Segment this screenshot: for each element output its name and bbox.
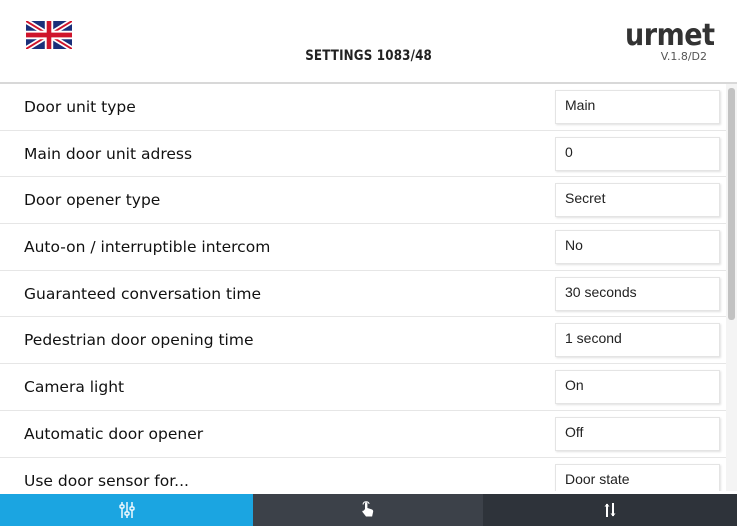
setting-row-door-unit-type[interactable]: Door unit type Main [0, 84, 726, 131]
setting-row-auto-on-intercom[interactable]: Auto-on / interruptible intercom No [0, 224, 726, 271]
sliders-icon [118, 502, 135, 518]
scrollbar[interactable] [726, 84, 737, 491]
tab-touch[interactable] [253, 494, 483, 526]
setting-label: Door unit type [24, 98, 136, 116]
logo-text: urmet [625, 18, 715, 53]
tab-settings[interactable] [0, 494, 253, 526]
bottom-nav [0, 494, 737, 526]
setting-label: Camera light [24, 378, 125, 397]
setting-label: Door opener type [24, 191, 161, 210]
setting-row-door-sensor[interactable]: Use door sensor for... Door state [0, 458, 726, 491]
setting-row-main-door-unit-adress[interactable]: Main door unit adress 0 [0, 131, 726, 178]
setting-value-field[interactable]: Off [555, 416, 720, 451]
setting-row-door-opener-type[interactable]: Door opener type Secret [0, 177, 726, 225]
setting-label: Main door unit adress [24, 144, 193, 163]
setting-row-automatic-door-opener[interactable]: Automatic door opener Off [0, 411, 726, 458]
setting-value-field[interactable]: Secret [555, 183, 720, 218]
setting-value-field[interactable]: 30 seconds [555, 276, 720, 311]
touch-hand-icon [362, 501, 374, 517]
setting-value-field[interactable]: On [555, 370, 720, 405]
setting-label: Pedestrian door opening time [24, 331, 254, 350]
setting-value-field[interactable]: Main [555, 90, 720, 124]
setting-label: Use door sensor for... [24, 471, 189, 490]
urmet-logo: urmet V.1.8/D2 [615, 18, 715, 64]
setting-row-conversation-time[interactable]: Guaranteed conversation time 30 seconds [0, 271, 726, 318]
setting-label: Automatic door opener [24, 424, 204, 443]
setting-value-field[interactable]: 1 second [555, 323, 720, 358]
setting-row-camera-light[interactable]: Camera light On [0, 364, 726, 411]
setting-value-field[interactable]: 0 [555, 136, 720, 171]
setting-label: Auto-on / interruptible intercom [24, 238, 271, 257]
sort-arrows-icon [604, 503, 616, 517]
setting-value-field[interactable]: No [555, 230, 720, 265]
setting-row-pedestrian-door-time[interactable]: Pedestrian door opening time 1 second [0, 317, 726, 365]
settings-list: Door unit type Main Main door unit adres… [0, 84, 726, 491]
header: SETTINGS 1083/48 urmet V.1.8/D2 [0, 0, 737, 82]
tab-sort[interactable] [483, 494, 737, 526]
setting-value-field[interactable]: Door state [555, 463, 720, 491]
setting-label: Guaranteed conversation time [24, 284, 262, 303]
uk-flag-icon[interactable] [26, 21, 72, 49]
scrollbar-thumb[interactable] [728, 88, 735, 320]
